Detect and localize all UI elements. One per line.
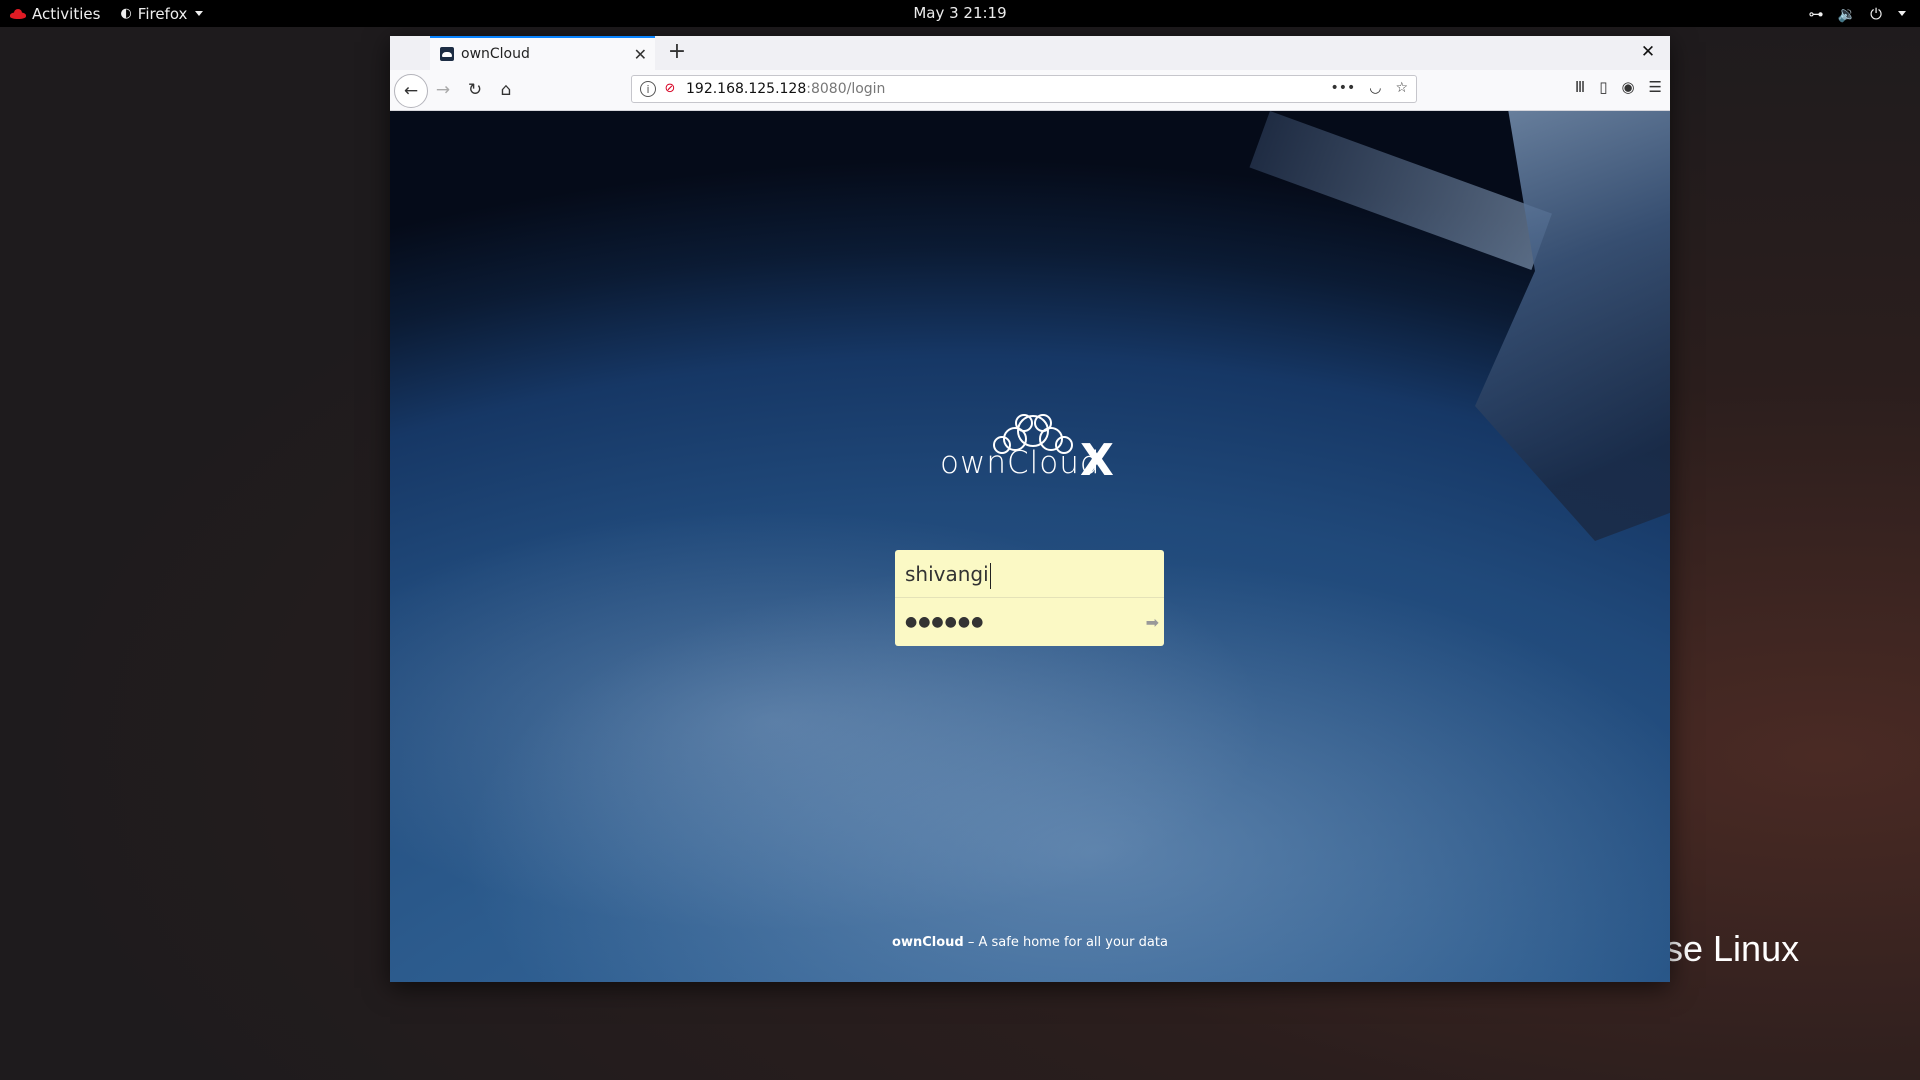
- home-button[interactable]: ⌂: [493, 77, 519, 103]
- login-form: shivangi ●●●●●● ➡: [895, 550, 1164, 646]
- new-tab-button[interactable]: +: [663, 38, 691, 66]
- username-value: shivangi: [905, 562, 989, 586]
- login-arrow-icon[interactable]: ➡: [1146, 613, 1159, 632]
- url-bar[interactable]: i ⊘ 192.168.125.128 :8080/login ••• ◡ ☆: [631, 75, 1417, 103]
- page-footer: ownCloud – A safe home for all your data: [390, 935, 1670, 950]
- app-menu-button[interactable]: ◐ Firefox: [120, 4, 204, 23]
- account-icon[interactable]: ◉: [1621, 78, 1634, 96]
- footer-brand[interactable]: ownCloud: [892, 935, 964, 950]
- chevron-down-icon: [195, 11, 204, 16]
- password-field[interactable]: ●●●●●●: [895, 598, 1164, 646]
- activities-button[interactable]: Activities: [10, 5, 100, 23]
- text-cursor: [989, 562, 991, 589]
- activities-label: Activities: [32, 4, 101, 23]
- close-window-button[interactable]: ✕: [1636, 40, 1660, 64]
- logo-suffix: X: [1080, 435, 1114, 486]
- network-icon: ⊶: [1808, 4, 1824, 23]
- password-value: ●●●●●●: [905, 614, 985, 630]
- app-menu-label: Firefox: [137, 4, 188, 23]
- owncloud-logo: ownCloud X: [940, 409, 1130, 489]
- system-tray[interactable]: ⊶ 🔉 ⏻: [1808, 0, 1906, 27]
- favicon-icon: [440, 47, 454, 61]
- power-icon: ⏻: [1870, 4, 1882, 23]
- desktop-brand-text: se Linux: [1665, 928, 1800, 969]
- volume-icon: 🔉: [1837, 4, 1857, 23]
- reload-button[interactable]: ↻: [462, 77, 488, 103]
- menu-icon[interactable]: ☰: [1649, 78, 1662, 96]
- insecure-lock-icon[interactable]: ⊘: [662, 81, 678, 97]
- url-path: :8080/login: [806, 81, 886, 97]
- clock[interactable]: May 3 21:19: [913, 4, 1006, 22]
- close-tab-icon[interactable]: ✕: [634, 45, 647, 64]
- tab-owncloud[interactable]: ownCloud ✕: [430, 36, 655, 70]
- gnome-top-bar: Activities ◐ Firefox May 3 21:19 ⊶ 🔉 ⏻: [0, 0, 1920, 27]
- space-station-arm: [1249, 111, 1552, 270]
- space-station-image: [1475, 111, 1670, 541]
- owncloud-login-page: ownCloud X shivangi ●●●●●● ➡ ownCloud – …: [390, 111, 1670, 982]
- footer-tagline: – A safe home for all your data: [963, 935, 1168, 950]
- page-actions-icon[interactable]: •••: [1330, 80, 1355, 96]
- info-icon[interactable]: i: [640, 81, 656, 97]
- firefox-window: ownCloud ✕ + ✕ ← → ↻ ⌂ i ⊘ 192.168.125.1…: [390, 36, 1670, 982]
- navigation-toolbar: ← → ↻ ⌂ i ⊘ 192.168.125.128 :8080/login …: [390, 70, 1670, 111]
- chevron-down-icon: [1898, 11, 1906, 16]
- tab-title: ownCloud: [461, 46, 530, 62]
- url-host: 192.168.125.128: [686, 81, 807, 97]
- firefox-icon: ◐: [120, 6, 132, 21]
- forward-button[interactable]: →: [430, 77, 456, 103]
- bookmark-star-icon[interactable]: ☆: [1395, 80, 1408, 96]
- library-icon[interactable]: Ⅲ: [1575, 78, 1585, 96]
- logo-text: ownCloud: [940, 445, 1101, 481]
- username-field[interactable]: shivangi: [895, 550, 1164, 598]
- tab-bar: ownCloud ✕ + ✕: [390, 36, 1670, 71]
- pocket-icon[interactable]: ◡: [1369, 80, 1381, 96]
- sidebar-icon[interactable]: ▯: [1599, 78, 1607, 96]
- back-button[interactable]: ←: [394, 74, 428, 108]
- redhat-icon: [10, 8, 26, 19]
